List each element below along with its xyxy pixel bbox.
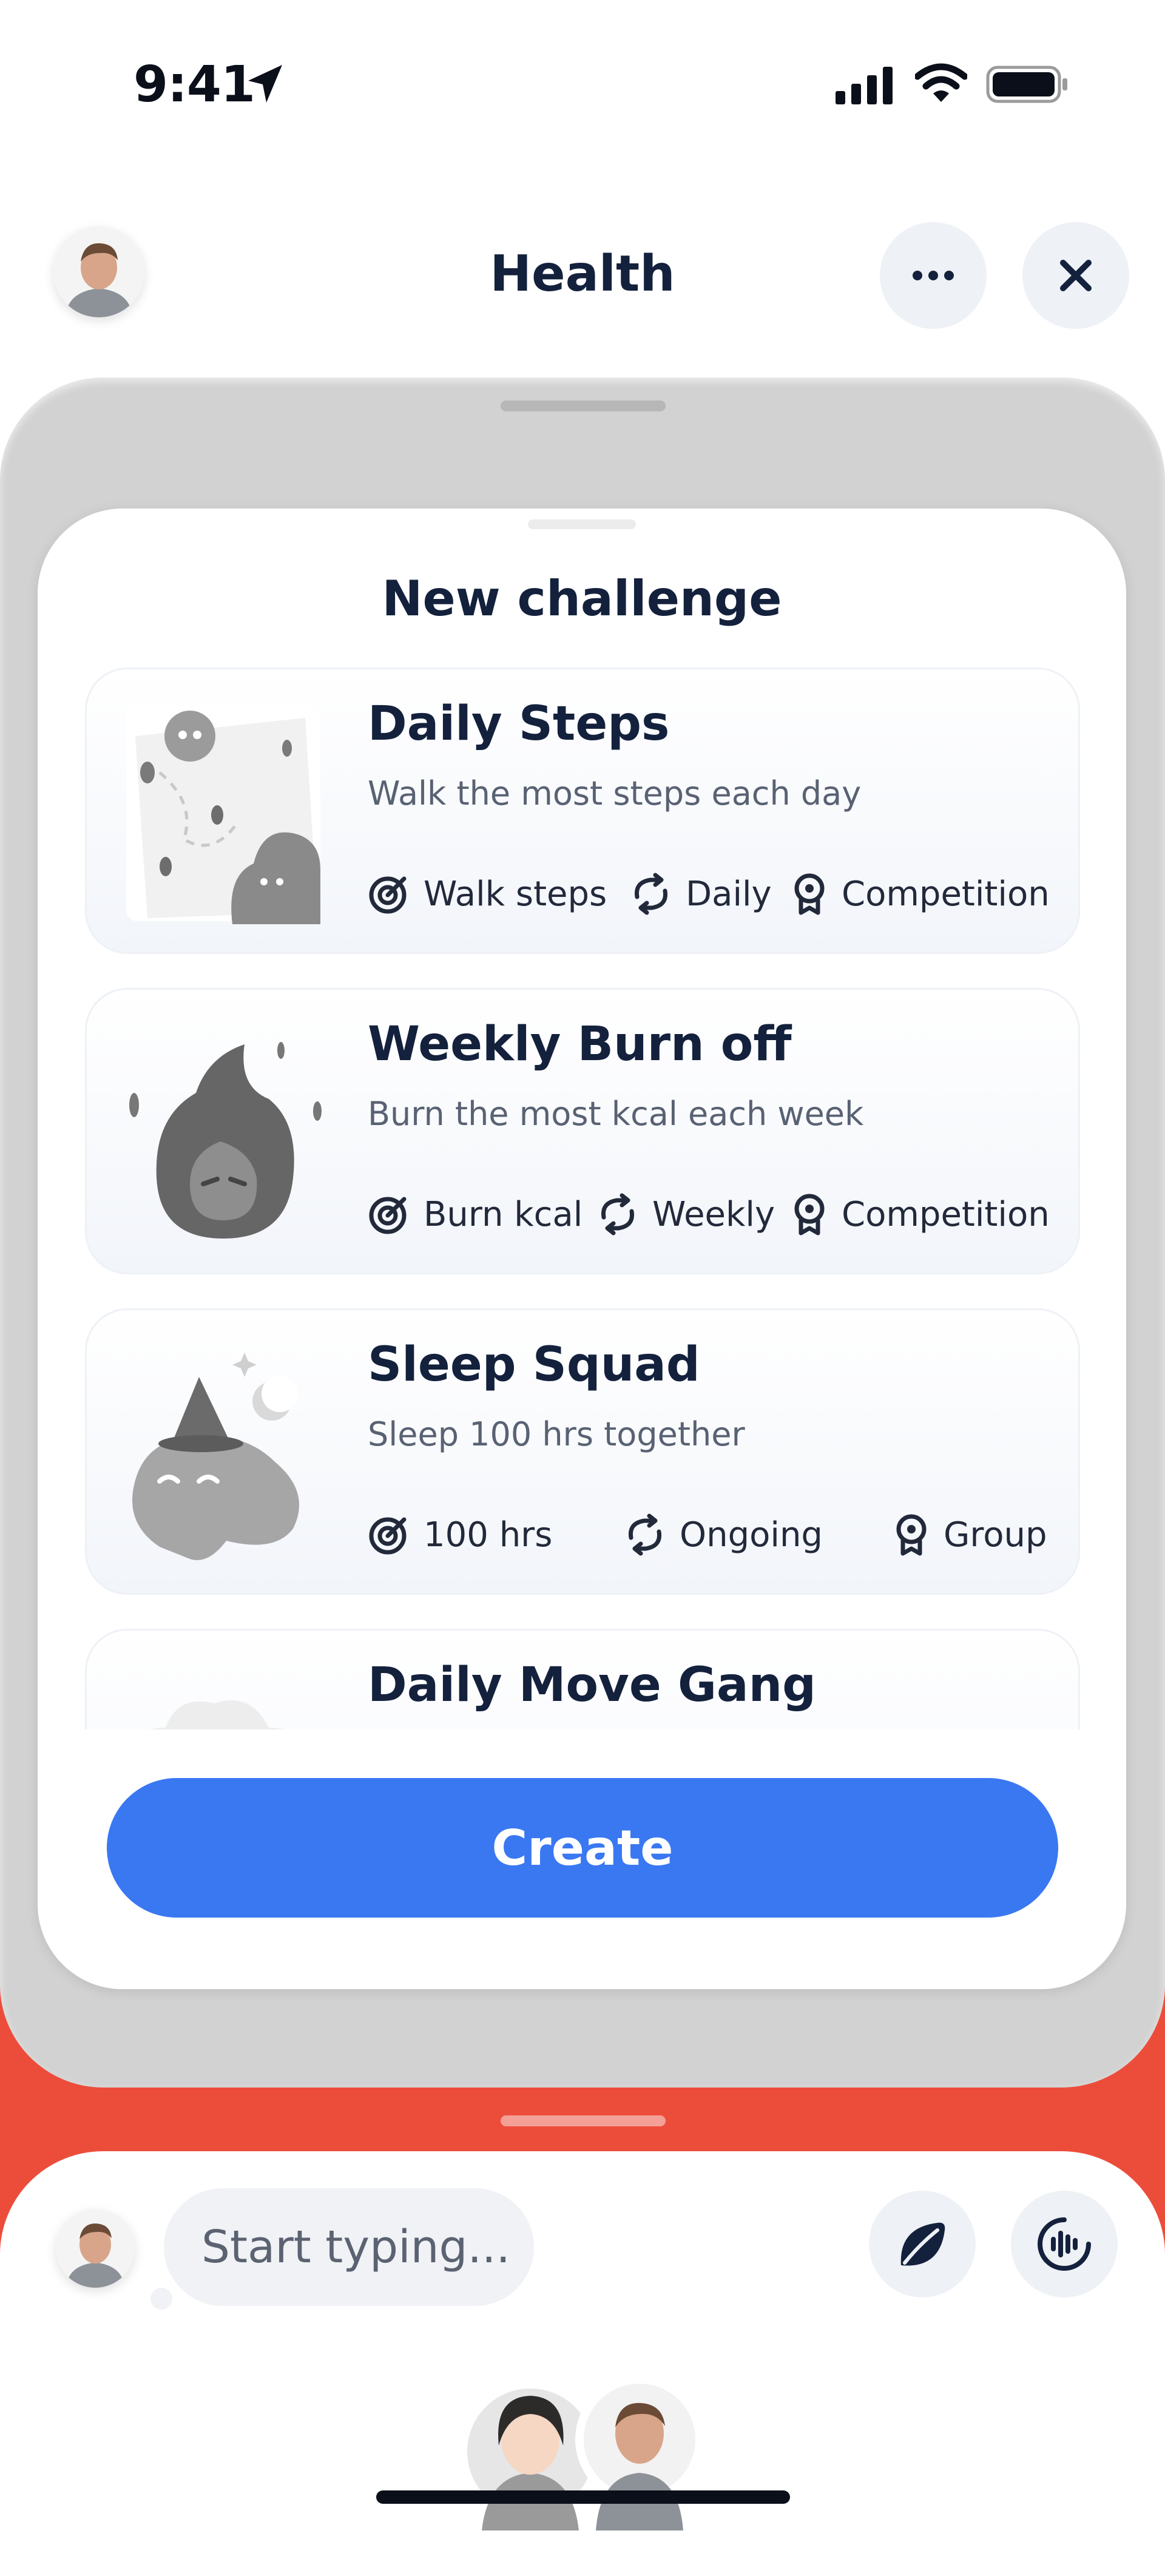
footprints-illustration: [126, 706, 320, 924]
close-icon: [1060, 260, 1092, 291]
ellipsis-icon: [913, 271, 954, 280]
battery-icon: [986, 66, 1067, 103]
award-badge-icon: [896, 1514, 927, 1556]
challenge-title: Sleep Squad: [368, 1337, 700, 1392]
create-button-label: Create: [491, 1819, 674, 1876]
fire-illustration: [129, 1042, 322, 1239]
voice-waveform-icon: [1038, 2217, 1091, 2271]
target-icon: [369, 1517, 407, 1555]
challenge-title: Weekly Burn off: [368, 1017, 792, 1072]
cellular-signal-icon: [836, 67, 893, 104]
frequency-tag: Ongoing: [624, 1513, 823, 1556]
challenge-card-daily-steps[interactable]: Daily Steps Walk the most steps each day…: [85, 668, 1080, 954]
challenge-card-daily-move-gang[interactable]: Daily Move Gang: [85, 1629, 1080, 1729]
target-icon: [369, 876, 407, 914]
type-tag: Group: [893, 1513, 1047, 1556]
page-title: Health: [490, 245, 675, 303]
user-avatar[interactable]: [53, 226, 144, 317]
leaf-button[interactable]: [869, 2191, 976, 2297]
message-input-placeholder: Start typing...: [201, 2221, 511, 2273]
composer-user-avatar[interactable]: [56, 2209, 135, 2288]
goal-tag: Burn kcal: [368, 1193, 582, 1236]
repeat-icon: [634, 873, 668, 915]
tag-label: Competition: [842, 1194, 1050, 1234]
create-button[interactable]: Create: [107, 1778, 1058, 1918]
tag-label: Burn kcal: [424, 1194, 583, 1234]
location-arrow-icon: [248, 65, 282, 103]
tag-label: Weekly: [652, 1194, 775, 1234]
award-badge-icon: [794, 873, 825, 915]
background-card-handle: [501, 401, 666, 411]
sleeping-blob-illustration: [132, 1353, 299, 1560]
more-options-button[interactable]: [880, 222, 987, 329]
message-input[interactable]: Start typing...: [164, 2188, 534, 2306]
status-time: 9:41: [133, 56, 255, 113]
challenge-subtitle: Sleep 100 hrs together: [368, 1415, 745, 1453]
frequency-tag: Weekly: [596, 1193, 775, 1236]
challenge-subtitle: Burn the most kcal each week: [368, 1095, 864, 1133]
challenge-title: Daily Steps: [368, 697, 670, 751]
leaf-icon: [900, 2222, 945, 2266]
award-badge-icon: [794, 1194, 825, 1236]
cloud-illustration: [151, 1700, 283, 1729]
challenge-card-sleep-squad[interactable]: Sleep Squad Sleep 100 hrs together 100 h…: [85, 1308, 1080, 1595]
composer-drag-handle[interactable]: [501, 2115, 666, 2126]
type-tag: Competition: [791, 873, 1050, 915]
challenge-title: Daily Move Gang: [368, 1658, 816, 1712]
frequency-tag: Daily: [630, 873, 772, 915]
tag-label: Group: [944, 1515, 1047, 1555]
wifi-icon: [915, 63, 967, 102]
challenge-subtitle: Walk the most steps each day: [368, 774, 862, 813]
challenge-card-weekly-burn-off[interactable]: Weekly Burn off Burn the most kcal each …: [85, 988, 1080, 1274]
sheet-drag-handle[interactable]: [528, 519, 636, 529]
repeat-icon: [601, 1193, 635, 1236]
tag-label: Daily: [686, 874, 772, 914]
type-tag: Competition: [791, 1193, 1050, 1236]
voice-input-button[interactable]: [1011, 2191, 1118, 2297]
target-icon: [369, 1197, 407, 1234]
challenge-list[interactable]: Daily Steps Walk the most steps each day…: [79, 668, 1086, 1729]
bubble-tail: [150, 2288, 172, 2310]
home-indicator: [376, 2490, 790, 2504]
sheet-title: New challenge: [382, 570, 782, 627]
repeat-icon: [628, 1513, 662, 1556]
tag-label: 100 hrs: [424, 1515, 553, 1555]
close-button[interactable]: [1022, 222, 1129, 329]
goal-tag: 100 hrs: [368, 1513, 552, 1556]
tag-label: Walk steps: [424, 874, 607, 914]
tag-label: Competition: [842, 874, 1050, 914]
goal-tag: Walk steps: [368, 873, 607, 915]
tag-label: Ongoing: [680, 1515, 823, 1555]
